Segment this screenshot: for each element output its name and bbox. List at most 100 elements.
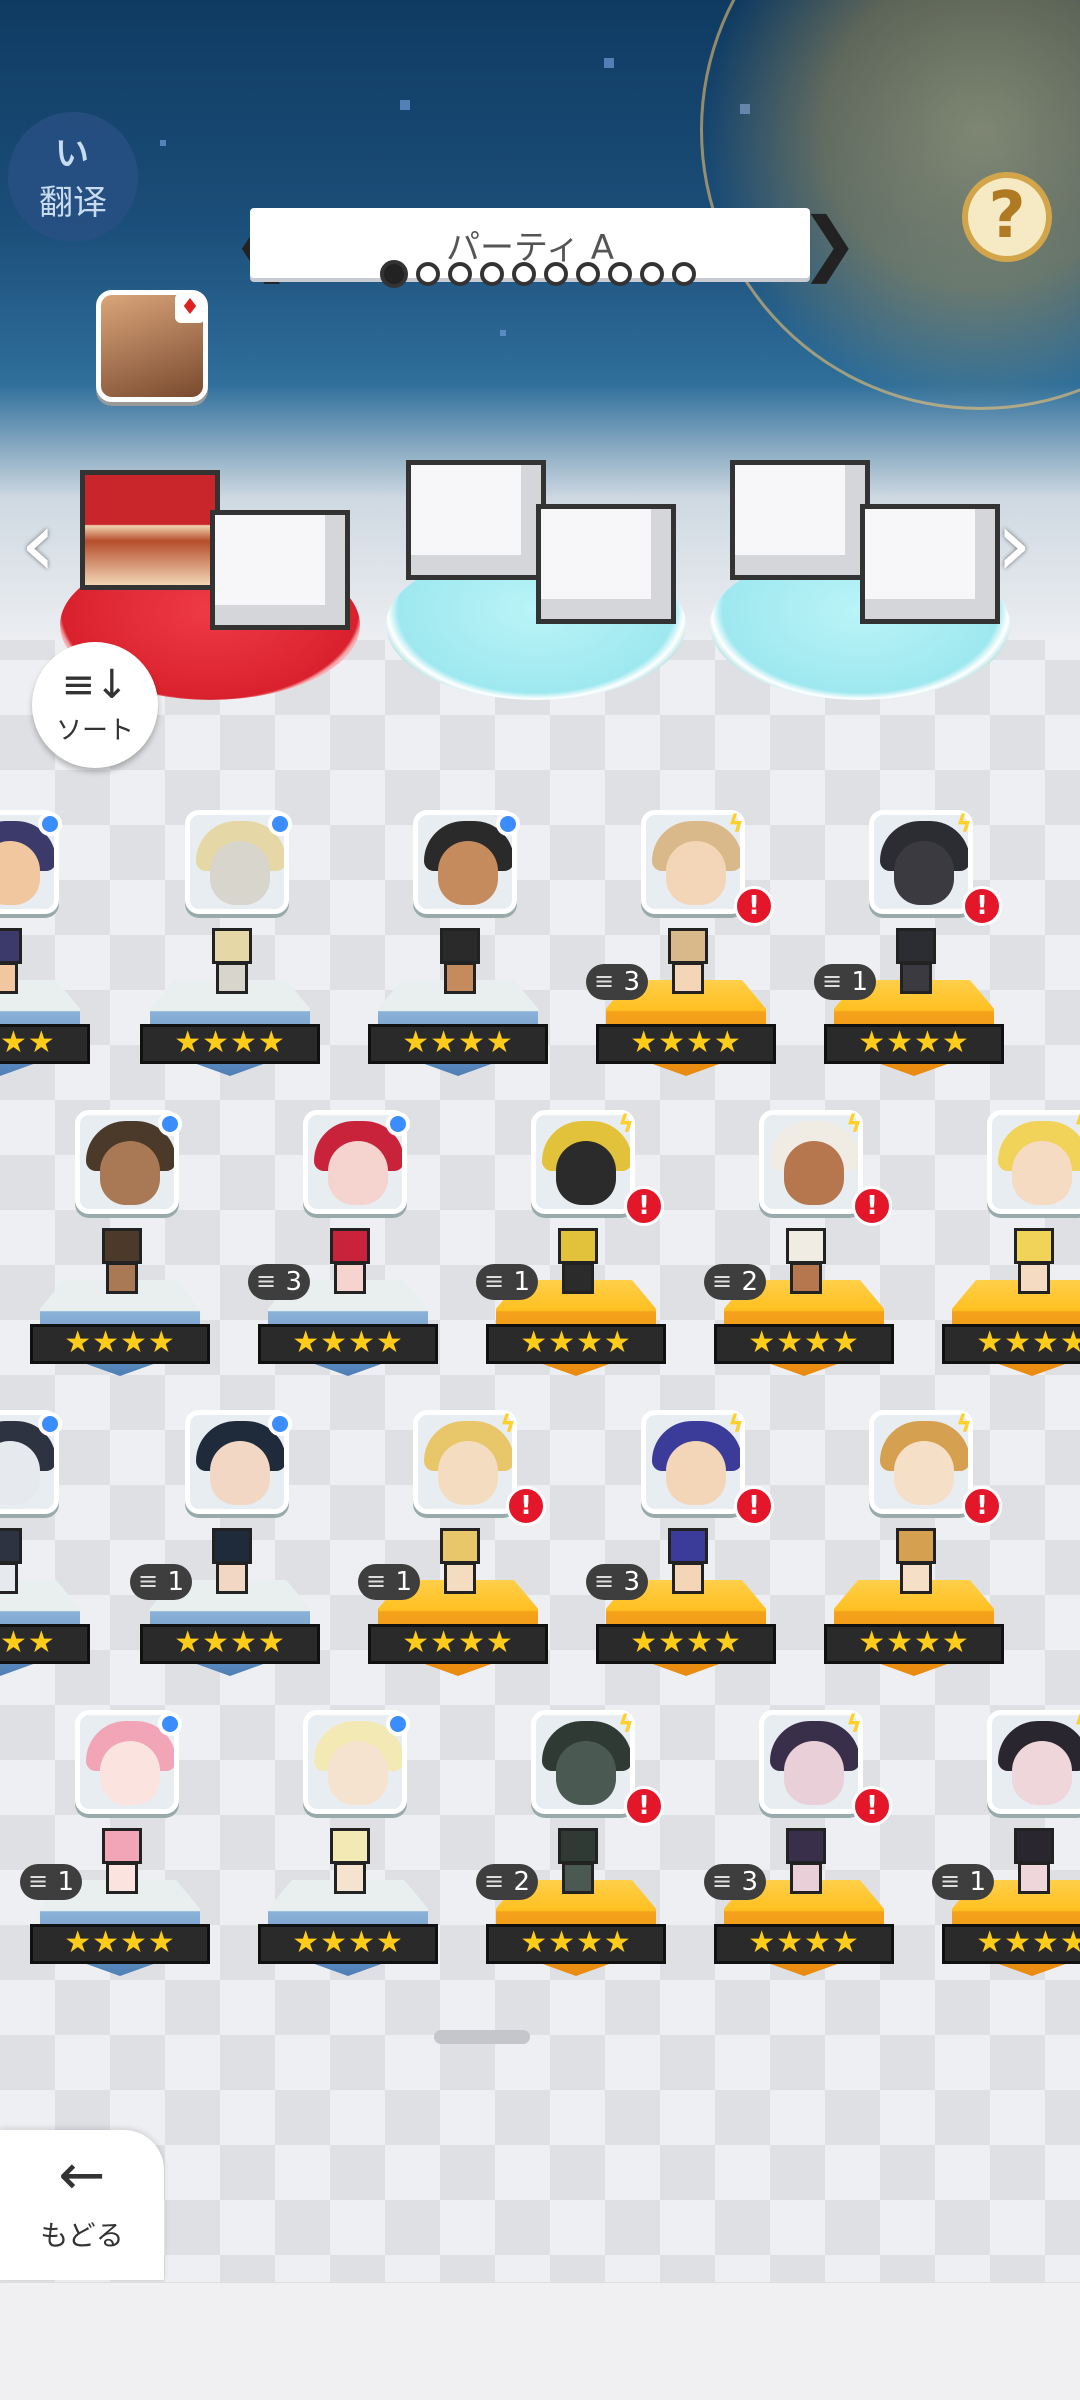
lightning-type-icon: ϟ [956,810,972,838]
character-card[interactable]: ★★★★ [0,1410,90,1710]
character-card[interactable]: ϟ! ★★★★ 2 [704,1110,894,1410]
scroll-handle[interactable] [434,2030,530,2044]
character-sprite [888,928,942,998]
empty-block [406,460,546,580]
translate-button[interactable]: い 翻译 [8,112,138,242]
sprite-head [330,1228,370,1264]
character-card[interactable]: ϟ!★★★★1 [358,1410,548,1710]
copy-count-badge: 1 [358,1563,420,1600]
circle-type-icon [158,1112,182,1136]
avatar-face [328,1741,388,1805]
star-rating: ★★★★ [486,1924,666,1964]
character-sprite [550,1828,604,1898]
sprite-head [558,1828,598,1864]
alert-icon: ! [624,1186,664,1226]
page-dot[interactable] [512,262,536,286]
sprite-body [334,1862,366,1894]
leader-avatar[interactable]: ♦ [96,290,208,402]
character-card[interactable]: ϟ!★★★★1 [814,810,1004,1110]
system-nav-bar [0,2282,1080,2400]
copy-count-badge: 2 [704,1263,766,1300]
character-sprite [432,928,486,998]
page-dot[interactable] [380,260,408,288]
character-card[interactable]: ★★★★ [258,1710,438,2010]
sprite-head [896,1528,936,1564]
character-card[interactable]: ϟ! ★★★★ 3 [586,1410,776,1710]
star-rating: ★★★★ [368,1024,548,1064]
character-card[interactable]: ★★★★ 1 [20,1710,210,2010]
sort-button[interactable]: ≡↓ ソート [32,642,158,768]
character-card[interactable]: ★★★★ [30,1110,210,1410]
star-icon [500,330,506,336]
character-card[interactable]: ★★★★ 1 [130,1410,320,1710]
sprite-body [900,962,932,994]
page-dot[interactable] [448,262,472,286]
avatar-face [784,1141,844,1205]
alert-icon: ! [962,886,1002,926]
sprite-body [106,1862,138,1894]
character-sprite [432,1528,486,1598]
avatar-face [894,841,954,905]
sprite-body [562,1262,594,1294]
party-slot-3[interactable] [710,440,1010,700]
copy-count-badge: 3 [586,963,648,1000]
avatar-face [556,1741,616,1805]
leader-badge-icon: ♦ [175,293,205,323]
character-card[interactable]: ϟ! ★★★★ 3 [586,810,776,1110]
page-dot[interactable] [640,262,664,286]
sprite-body [790,1262,822,1294]
character-card[interactable]: ★★★★ [140,810,320,1110]
character-sprite [322,1828,376,1898]
alert-icon: ! [734,1486,774,1526]
star-rating: ★★★★ [942,1324,1080,1364]
star-rating: ★★★★ [596,1024,776,1064]
sprite-body [790,1862,822,1894]
alert-icon: ! [962,1486,1002,1526]
avatar-face [210,1441,270,1505]
page-dot[interactable] [576,262,600,286]
character-sprite [94,1228,148,1298]
lightning-type-icon: ϟ [500,1410,516,1438]
character-sprite [660,928,714,998]
copy-count-badge: 1 [476,1263,538,1300]
back-button[interactable]: ← もどる [0,2130,164,2280]
page-dot[interactable] [416,262,440,286]
translate-label: 翻译 [39,183,107,223]
lightning-type-icon: ϟ [846,1110,862,1138]
lightning-type-icon: ϟ [618,1710,634,1738]
character-card[interactable]: ϟ!★★★★ [942,1110,1080,1410]
copy-count-badge: 2 [476,1863,538,1900]
avatar-face [100,1741,160,1805]
sprite-head [786,1828,826,1864]
slots-prev-arrow-icon[interactable]: ‹ [20,500,80,590]
character-card[interactable]: ★★★★ 3 [248,1110,438,1410]
star-rating: ★★★★ [0,1624,90,1664]
back-label: もどる [40,2219,124,2252]
sprite-head [0,928,22,964]
character-card[interactable]: ϟ!★★★★1 [476,1110,666,1410]
character-card[interactable]: ★★★★ [0,810,90,1110]
page-dot[interactable] [672,262,696,286]
character-card[interactable]: ϟ! ★★★★ 2 [476,1710,666,2010]
slots-next-arrow-icon[interactable]: › [996,500,1056,590]
avatar-face [1012,1741,1072,1805]
translate-logo: い [55,134,91,174]
page-dot[interactable] [480,262,504,286]
sprite-body [672,1562,704,1594]
lightning-type-icon: ϟ [846,1710,862,1738]
character-sprite [94,1828,148,1898]
party-next-button[interactable]: ❯ [800,206,859,280]
character-card[interactable]: ϟ!★★★★ [824,1410,1004,1710]
character-card[interactable]: ϟ! ★★★★ 3 [704,1710,894,2010]
star-rating: ★★★★ [0,1024,90,1064]
character-sprite [1006,1828,1060,1898]
character-card[interactable]: ϟ!★★★★1 [932,1710,1080,2010]
party-slot-2[interactable] [386,440,686,700]
help-button[interactable]: ? [962,172,1052,262]
page-dot[interactable] [544,262,568,286]
character-card[interactable]: ★★★★ [368,810,548,1110]
sprite-head [330,1828,370,1864]
sprite-body [1018,1862,1050,1894]
page-dot[interactable] [608,262,632,286]
sprite-head [212,1528,252,1564]
